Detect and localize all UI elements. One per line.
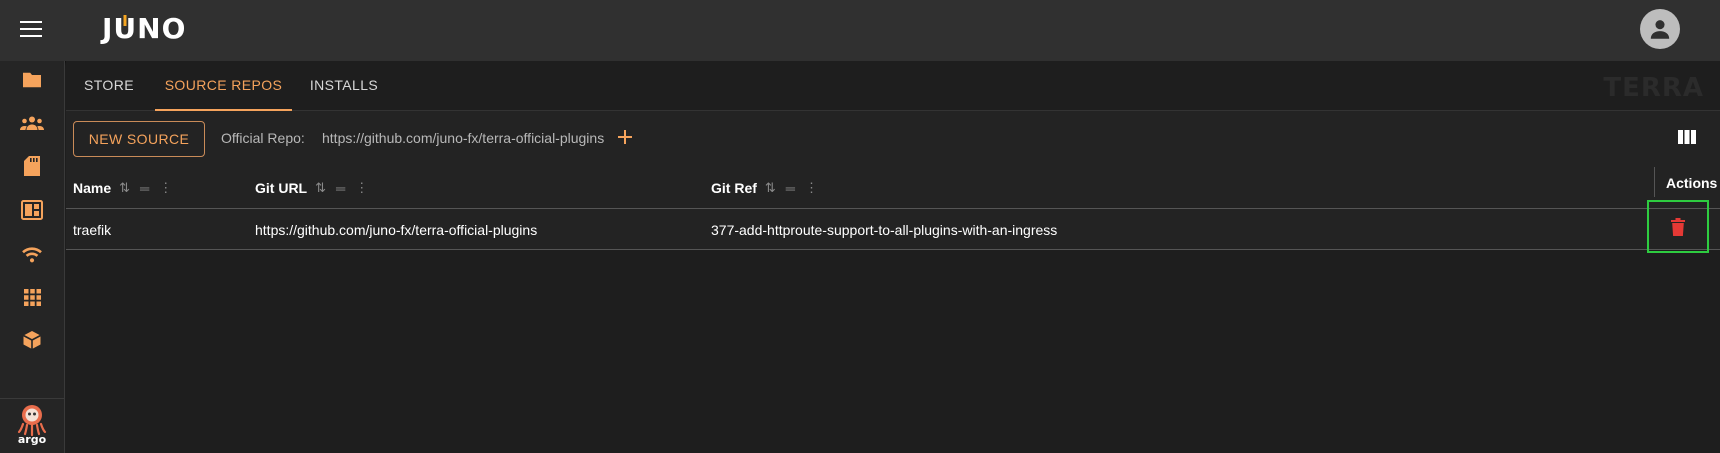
- sd-card-icon[interactable]: [19, 153, 45, 179]
- column-header-git-ref[interactable]: Git Ref ⇅ ═ ⋮: [711, 167, 818, 209]
- sidebar-divider: [0, 398, 65, 399]
- folder-icon[interactable]: [19, 67, 45, 93]
- tab-installs[interactable]: INSTALLS: [296, 61, 392, 111]
- table-toolbar: NEW SOURCE Official Repo: https://github…: [66, 111, 1720, 167]
- sort-icon[interactable]: ⇅: [119, 180, 130, 196]
- column-divider: [1654, 167, 1655, 197]
- delete-icon: [1671, 217, 1685, 236]
- column-menu-icon[interactable]: ⋮: [159, 180, 172, 196]
- column-label: Git URL: [255, 180, 308, 196]
- groups-icon[interactable]: [19, 110, 45, 136]
- tab-bar: STORE SOURCE REPOS INSTALLS TERRA: [66, 61, 1720, 111]
- drag-handle-icon[interactable]: ═: [140, 181, 149, 196]
- juno-logo: JU NO: [102, 12, 187, 45]
- argo-label: argo: [17, 433, 47, 446]
- source-repos-table: Name ⇅ ═ ⋮ Git URL ⇅ ═ ⋮ Git Ref ⇅ ═ ⋮ A…: [66, 167, 1720, 253]
- tab-source-repos[interactable]: SOURCE REPOS: [155, 61, 292, 111]
- column-menu-icon[interactable]: ⋮: [355, 180, 368, 196]
- column-header-git-url[interactable]: Git URL ⇅ ═ ⋮: [255, 167, 368, 209]
- wifi-icon[interactable]: [19, 241, 45, 267]
- terra-watermark: TERRA: [1603, 73, 1704, 103]
- hamburger-icon[interactable]: [20, 21, 42, 39]
- cell-name: traefik: [73, 221, 112, 238]
- account-circle-icon[interactable]: [1640, 9, 1680, 49]
- table-row[interactable]: traefik https://github.com/juno-fx/terra…: [66, 200, 1720, 253]
- column-menu-icon[interactable]: ⋮: [805, 180, 818, 196]
- main-content: STORE SOURCE REPOS INSTALLS TERRA NEW SO…: [66, 61, 1720, 453]
- official-repo-url: https://github.com/juno-fx/terra-officia…: [322, 130, 605, 146]
- argo-octopus-icon[interactable]: argo: [17, 403, 47, 451]
- column-label: Git Ref: [711, 180, 757, 196]
- column-header-name[interactable]: Name ⇅ ═ ⋮: [73, 167, 172, 209]
- package-icon[interactable]: [19, 327, 45, 353]
- app-bar: JU NO: [0, 0, 1720, 61]
- delete-button[interactable]: [1647, 200, 1709, 253]
- apps-grid-icon[interactable]: [19, 284, 45, 310]
- sidebar: argo: [0, 61, 65, 453]
- drag-handle-icon[interactable]: ═: [786, 181, 795, 196]
- column-label: Name: [73, 180, 112, 196]
- plus-icon[interactable]: [614, 126, 636, 148]
- sort-icon[interactable]: ⇅: [765, 180, 776, 196]
- dashboard-icon[interactable]: [19, 197, 45, 223]
- new-source-button[interactable]: NEW SOURCE: [73, 121, 205, 157]
- column-header-actions: Actions: [1666, 175, 1718, 191]
- table-header: Name ⇅ ═ ⋮ Git URL ⇅ ═ ⋮ Git Ref ⇅ ═ ⋮ A…: [66, 167, 1720, 209]
- tab-store[interactable]: STORE: [66, 61, 152, 111]
- drag-handle-icon[interactable]: ═: [336, 181, 345, 196]
- cell-git-url: https://github.com/juno-fx/terra-officia…: [255, 221, 538, 238]
- official-repo-label: Official Repo:: [221, 130, 305, 146]
- cell-git-ref: 377-add-httproute-support-to-all-plugins…: [711, 221, 1058, 238]
- sort-icon[interactable]: ⇅: [315, 180, 326, 196]
- view-column-icon[interactable]: [1678, 130, 1698, 146]
